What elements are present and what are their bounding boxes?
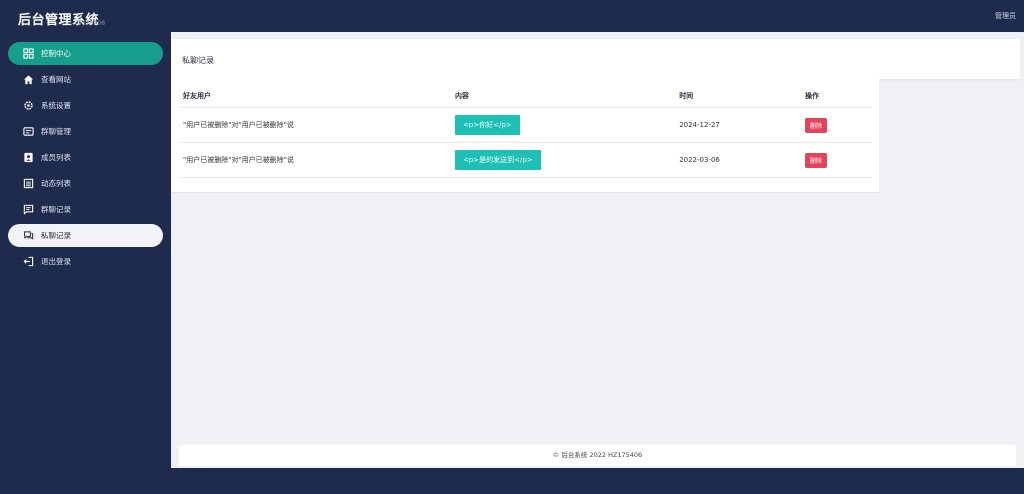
message-icon bbox=[22, 204, 34, 216]
footer: © 后台系统 2022 HZ175406 bbox=[179, 445, 1016, 466]
sidebar-item-settings[interactable]: 系统设置 bbox=[8, 94, 163, 117]
delete-button[interactable]: 删除 bbox=[804, 152, 827, 168]
chat-manage-icon bbox=[22, 126, 34, 138]
sidebar-item-label: 动态列表 bbox=[41, 179, 71, 188]
cell-action: 删除 bbox=[801, 107, 872, 143]
cell-content: <p>是的发送到</p> bbox=[451, 142, 677, 178]
main-content: 私聊记录 好友用户 内容 时间 操作 "用户已被删除"对"用户已被删除"说 <p… bbox=[171, 32, 1024, 468]
sidebar-item-label: 退出登录 bbox=[41, 257, 71, 266]
column-header-time: 时间 bbox=[676, 85, 802, 108]
cell-time: 2022-03-06 bbox=[676, 142, 802, 178]
sidebar-item-label: 私聊记录 bbox=[41, 231, 71, 240]
sidebar-item-group-records[interactable]: 群聊记录 bbox=[8, 198, 163, 221]
user-menu[interactable]: 管理员 bbox=[995, 11, 1016, 21]
gear-icon bbox=[22, 100, 34, 112]
table-row: "用户已被删除"对"用户已被删除"说 <p>你好</p> 2024-12-27 … bbox=[180, 107, 872, 143]
cell-action: 删除 bbox=[801, 142, 872, 178]
sidebar-item-view-site[interactable]: 查看网站 bbox=[8, 68, 163, 91]
sidebar-item-label: 成员列表 bbox=[41, 153, 71, 162]
records-table: 好友用户 内容 时间 操作 "用户已被删除"对"用户已被删除"说 <p>你好</… bbox=[180, 85, 872, 178]
app-version: V175406 bbox=[78, 20, 106, 27]
content-tag: <p>你好</p> bbox=[454, 115, 520, 135]
records-card: 好友用户 内容 时间 操作 "用户已被删除"对"用户已被删除"说 <p>你好</… bbox=[171, 79, 879, 193]
sidebar-item-label: 系统设置 bbox=[41, 101, 71, 110]
cell-user: "用户已被删除"对"用户已被删除"说 bbox=[180, 142, 452, 178]
column-header-user: 好友用户 bbox=[180, 85, 452, 108]
cell-time: 2024-12-27 bbox=[676, 107, 802, 143]
private-chat-icon bbox=[22, 230, 34, 242]
delete-button[interactable]: 删除 bbox=[804, 117, 827, 133]
sidebar-item-members[interactable]: 成员列表 bbox=[8, 146, 163, 169]
dashboard-icon bbox=[22, 48, 34, 60]
home-icon bbox=[22, 74, 34, 86]
sidebar-item-label: 控制中心 bbox=[41, 49, 71, 58]
column-header-action: 操作 bbox=[801, 85, 872, 108]
contacts-icon bbox=[22, 152, 34, 164]
sidebar-item-posts[interactable]: 动态列表 bbox=[8, 172, 163, 195]
sidebar-item-dashboard[interactable]: 控制中心 bbox=[8, 42, 163, 65]
cell-content: <p>你好</p> bbox=[451, 107, 677, 143]
logout-icon bbox=[22, 256, 34, 268]
column-header-content: 内容 bbox=[451, 85, 677, 108]
page-title: 私聊记录 bbox=[182, 56, 214, 65]
page-header: 私聊记录 bbox=[171, 39, 1020, 79]
brand: 后台管理系统 V175406 bbox=[18, 9, 105, 28]
sidebar-item-private-records[interactable]: 私聊记录 bbox=[8, 224, 163, 247]
cell-user: "用户已被删除"对"用户已被删除"说 bbox=[180, 107, 452, 143]
table-header-row: 好友用户 内容 时间 操作 bbox=[180, 85, 872, 108]
sidebar-item-label: 群聊记录 bbox=[41, 205, 71, 214]
sidebar-item-label: 群聊管理 bbox=[41, 127, 71, 136]
table-row: "用户已被删除"对"用户已被删除"说 <p>是的发送到</p> 2022-03-… bbox=[180, 142, 872, 178]
content-tag: <p>是的发送到</p> bbox=[454, 150, 541, 170]
sidebar-item-group-manage[interactable]: 群聊管理 bbox=[8, 120, 163, 143]
sidebar-item-label: 查看网站 bbox=[41, 75, 71, 84]
sidebar-item-logout[interactable]: 退出登录 bbox=[8, 250, 163, 273]
list-icon bbox=[22, 178, 34, 190]
sidebar: 控制中心 查看网站 系统设置 群聊管理 成员列表 动态列表 群聊记录 私聊记录 … bbox=[8, 42, 163, 276]
